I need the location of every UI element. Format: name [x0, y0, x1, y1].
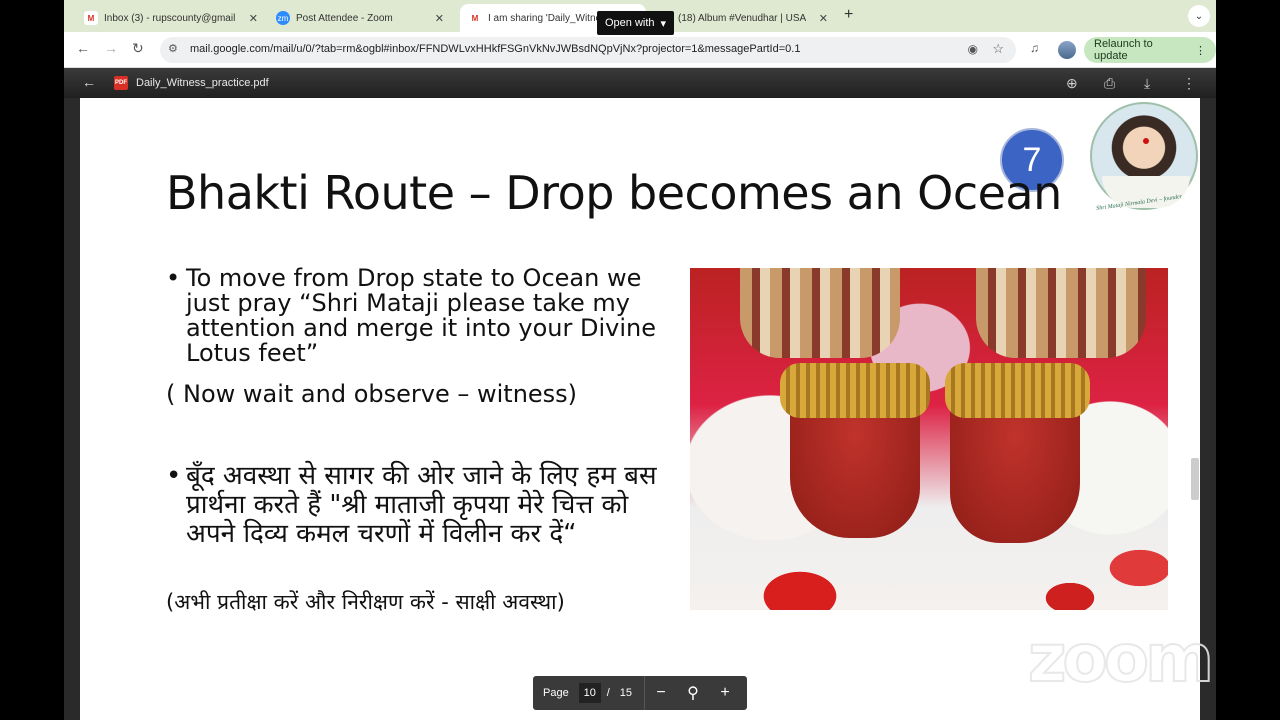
address-bar[interactable]: ⚙ mail.google.com/mail/u/0/?tab=rm&ogbl#… — [160, 37, 1016, 63]
page-label: Page — [543, 687, 569, 699]
page-total: 15 — [619, 687, 633, 699]
zoom-watermark: zoom — [1027, 619, 1215, 698]
eye-icon[interactable]: ◉ — [968, 42, 978, 56]
page-separator: / — [606, 687, 610, 699]
photo-cloth-right — [976, 268, 1146, 358]
tab-title: Inbox (3) - rupscounty@gmail — [104, 12, 236, 24]
lotus-feet-photo — [690, 268, 1168, 610]
tab-title: Post Attendee - Zoom — [296, 12, 393, 24]
photo-anklet-right — [945, 363, 1090, 418]
more-options-icon[interactable]: ⋮ — [1182, 75, 1196, 92]
tab-title: (18) Album #Venudhar | USA — [678, 12, 807, 24]
download-icon[interactable]: ⤓ — [1144, 75, 1150, 92]
bullet-english-text: To move from Drop state to Ocean we just… — [186, 264, 657, 367]
bullet-english-note: ( Now wait and observe – witness) — [166, 380, 578, 408]
slide-title: Bhakti Route – Drop becomes an Ocean — [166, 166, 1062, 220]
zoom-in-icon[interactable]: + — [709, 684, 741, 702]
bookmark-star-icon[interactable]: ☆ — [992, 41, 1004, 57]
profile-avatar[interactable] — [1058, 41, 1076, 59]
reload-icon[interactable]: ↻ — [132, 40, 144, 57]
browser-window: M Inbox (3) - rupscounty@gmail ✕ zm Post… — [64, 0, 1216, 720]
bullet-hindi: • बूँद अवस्था से सागर की ओर जाने के लिए … — [166, 461, 676, 549]
more-menu-icon: ⋮ — [1195, 44, 1206, 57]
magnifier-icon[interactable]: ⚲ — [677, 683, 709, 703]
bullet-hindi-text: बूँद अवस्था से सागर की ओर जाने के लिए हम… — [186, 461, 657, 549]
tab-inbox[interactable]: M Inbox (3) - rupscounty@gmail ✕ — [76, 4, 266, 32]
open-with-label: Open with — [605, 17, 655, 29]
add-to-drive-icon[interactable]: ⊕ — [1066, 75, 1078, 92]
gmail-icon: M — [468, 11, 482, 25]
bullet-english: • To move from Drop state to Ocean we ju… — [166, 264, 686, 367]
zoom-out-icon[interactable]: − — [645, 684, 677, 702]
scrollbar-thumb[interactable] — [1191, 458, 1199, 500]
print-icon[interactable]: ⎙ — [1104, 75, 1115, 92]
zoom-icon: zm — [276, 11, 290, 25]
site-info-icon[interactable]: ⚙ — [168, 42, 178, 55]
bullet-dot: • — [166, 461, 182, 491]
pdf-file-icon: PDF — [114, 76, 128, 90]
media-controls-icon[interactable]: ♫ — [1030, 41, 1039, 55]
photo-anklet-left — [780, 363, 930, 418]
close-icon[interactable]: ✕ — [435, 12, 444, 25]
pdf-filename: Daily_Witness_practice.pdf — [136, 77, 269, 89]
page-number-input[interactable]: 10 — [578, 683, 601, 703]
back-icon[interactable]: ← — [76, 40, 90, 56]
new-tab-button[interactable]: + — [844, 6, 853, 24]
relaunch-label: Relaunch to update — [1094, 38, 1153, 62]
bullet-dot: • — [166, 264, 181, 292]
caret-down-icon: ▾ — [660, 17, 667, 30]
url-text: mail.google.com/mail/u/0/?tab=rm&ogbl#in… — [190, 43, 801, 55]
tab-search-button[interactable]: ⌄ — [1188, 5, 1210, 27]
close-icon[interactable]: ✕ — [249, 12, 258, 25]
gmail-icon: M — [84, 11, 98, 25]
page-controls: Page 10 / 15 − ⚲ + — [533, 676, 747, 710]
bullet-hindi-note: (अभी प्रतीक्षा करें और निरीक्षण करें - स… — [166, 590, 565, 614]
browser-toolbar: ← → ↻ ⚙ mail.google.com/mail/u/0/?tab=rm… — [64, 32, 1216, 68]
portrait-bindi — [1143, 138, 1149, 144]
relaunch-button[interactable]: Relaunch to update ⋮ — [1084, 37, 1216, 63]
forward-icon[interactable]: → — [104, 40, 118, 56]
close-icon[interactable]: ✕ — [819, 12, 828, 25]
photo-cloth-left — [740, 268, 900, 358]
open-with-button[interactable]: Open with ▾ — [597, 11, 675, 35]
tab-youtube[interactable]: ▶ (18) Album #Venudhar | USA ✕ — [650, 4, 836, 32]
pdf-header-bar: ← PDF Daily_Witness_practice.pdf ⊕ ⎙ ⤓ ⋮ — [64, 68, 1216, 98]
tab-zoom[interactable]: zm Post Attendee - Zoom ✕ — [268, 4, 452, 32]
back-arrow-icon[interactable]: ← — [82, 74, 96, 90]
